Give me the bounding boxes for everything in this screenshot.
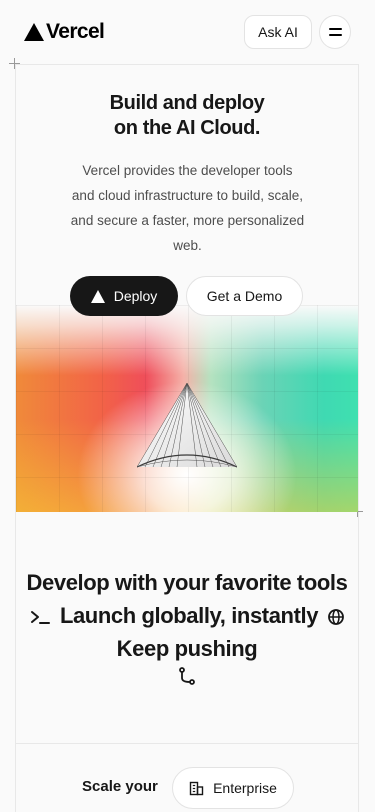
hero-title-line1: Build and deploy (109, 92, 265, 114)
deploy-button[interactable]: Deploy (70, 276, 178, 316)
branch-row (15, 667, 359, 687)
git-branch-icon (179, 667, 195, 685)
ask-ai-button[interactable]: Ask AI (244, 15, 312, 49)
feature-launch: Launch globally, instantly (59, 603, 319, 628)
hero-description: Vercel provides the developer tools and … (70, 163, 305, 253)
terminal-icon (31, 611, 51, 625)
vercel-triangle-icon (90, 289, 105, 303)
logo-text: Vercel (46, 20, 105, 43)
enterprise-button[interactable]: Enterprise (172, 767, 294, 809)
vercel-logo[interactable]: Vercel (24, 20, 105, 44)
hero-title-line2: on the AI Cloud. (113, 117, 261, 139)
feature-develop: Develop with your favorite tools (26, 570, 348, 595)
hero-title: Build and deploy on the AI Cloud. (15, 91, 359, 141)
vercel-triangle-icon (24, 23, 44, 41)
hamburger-icon (328, 28, 342, 30)
building-icon (189, 781, 204, 795)
globe-icon (327, 609, 344, 626)
feature-headline: Develop with your favorite tools Launch … (15, 566, 359, 665)
get-demo-button[interactable]: Get a Demo (186, 276, 303, 316)
corner-plus-icon (9, 58, 20, 69)
feature-keep: Keep pushing (116, 636, 258, 661)
scale-label: Scale your (82, 778, 158, 795)
section-divider (15, 743, 359, 744)
deploy-label: Deploy (113, 288, 158, 304)
vercel-prism-icon (137, 383, 237, 468)
menu-button[interactable] (319, 15, 351, 49)
site-header: Vercel Ask AI (0, 0, 375, 64)
enterprise-label: Enterprise (213, 780, 277, 796)
hero-gradient (16, 305, 358, 512)
